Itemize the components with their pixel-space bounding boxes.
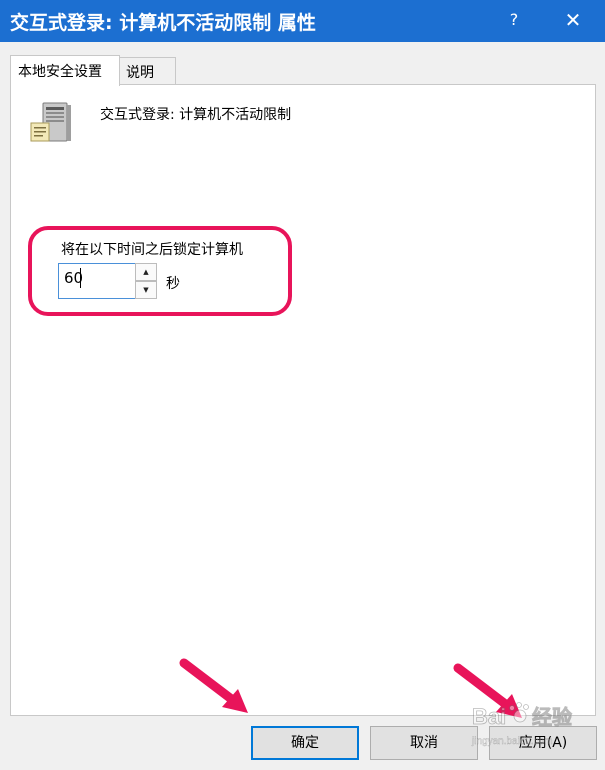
lock-timeout-label: 将在以下时间之后锁定计算机 (61, 242, 243, 258)
text-caret (80, 268, 81, 288)
unit-label: 秒 (166, 276, 180, 292)
policy-name: 交互式登录: 计算机不活动限制 (100, 107, 292, 123)
tab-description[interactable]: 说明 (119, 57, 176, 84)
server-icon (30, 102, 71, 142)
tab-panel (10, 84, 596, 716)
arrow-to-ok-button (179, 658, 248, 713)
ok-button[interactable]: 确定 (251, 726, 359, 760)
watermark-brand: Bai (472, 704, 506, 729)
close-button[interactable]: ✕ (556, 0, 590, 42)
lock-timeout-input[interactable]: 60 (58, 263, 138, 299)
spin-down-button[interactable]: ▼ (135, 281, 157, 299)
paw-icon (509, 702, 529, 723)
cancel-button[interactable]: 取消 (370, 726, 478, 760)
spin-up-button[interactable]: ▲ (135, 263, 157, 281)
baidu-jingyan-watermark: Bai 经验 jingyan.baidu.com (471, 702, 572, 747)
watermark-url: jingyan.baidu.com (471, 736, 553, 747)
watermark-product: 经验 (532, 705, 572, 729)
help-button[interactable]: ? (497, 0, 531, 42)
title-bar: 交互式登录: 计算机不活动限制 属性 ? ✕ (0, 0, 605, 42)
tab-local-security-setting[interactable]: 本地安全设置 (10, 55, 120, 86)
window-title: 交互式登录: 计算机不活动限制 属性 (10, 12, 316, 34)
